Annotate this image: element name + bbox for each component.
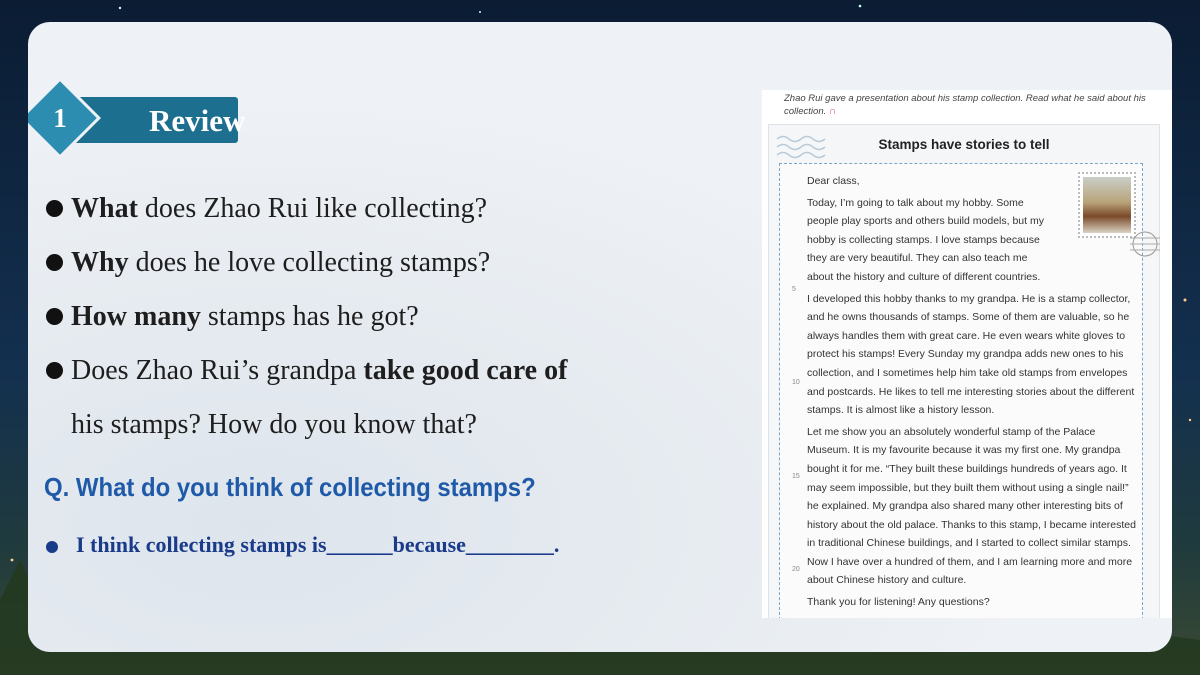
bullet-icon [46, 308, 63, 325]
content-card: Review 1 What does Zhao Rui like collect… [28, 22, 1172, 652]
bullet-icon [46, 540, 58, 553]
bullet-icon [46, 200, 63, 217]
letter-paragraph: Let me show you an absolutely wonderful … [807, 425, 1136, 587]
line-number: 5 [792, 286, 796, 293]
list-item: What does Zhao Rui like collecting? [46, 182, 646, 236]
letter-greeting: Dear class, [807, 175, 860, 187]
answer-prompt: I think collecting stamps is______becaus… [46, 532, 559, 558]
letter-paragraph: Today, I’m going to talk about my hobby.… [807, 196, 1044, 283]
section-number: 1 [53, 102, 67, 133]
question-text: Does Zhao Rui’s grandpa [71, 355, 364, 386]
question-list: What does Zhao Rui like collecting? Why … [46, 182, 646, 452]
question-text: does he love collecting stamps? [128, 247, 491, 278]
question-keyword: How many [71, 301, 201, 332]
textbook-intro: Zhao Rui gave a presentation about his s… [784, 92, 1164, 118]
question-keyword: Why [71, 247, 129, 278]
question-continuation: his stamps? How do you know that? [71, 409, 477, 440]
section-title: Review [149, 103, 246, 138]
letter-text: Dear class, Today, I’m going to talk abo… [807, 172, 1137, 615]
line-number: 20 [792, 566, 800, 573]
list-item: How many stamps has he got? [46, 290, 646, 344]
list-item: Why does he love collecting stamps? [46, 236, 646, 290]
headphone-icon: ∩ [828, 106, 837, 117]
textbook-page: Zhao Rui gave a presentation about his s… [762, 90, 1172, 618]
line-number: 10 [792, 379, 800, 386]
question-text: stamps has he got? [200, 301, 419, 332]
answer-prompt-text: I think collecting stamps is______becaus… [76, 532, 560, 557]
textbook-intro-text: Zhao Rui gave a presentation about his s… [784, 93, 1146, 117]
letter-title: Stamps have stories to tell [878, 137, 1050, 152]
bullet-icon [46, 254, 63, 271]
list-item: Does Zhao Rui’s grandpa take good care o… [46, 344, 646, 398]
section-badge: Review [72, 97, 245, 143]
letter-frame: Stamps have stories to tell 5 10 15 20 D… [768, 124, 1160, 618]
letter-paragraph: I developed this hobby thanks to my gran… [807, 292, 1135, 417]
letter-body: 5 10 15 20 Dear class, Today, I’m going … [779, 163, 1160, 618]
discussion-question: Q. What do you think of collecting stamp… [44, 472, 536, 502]
bullet-icon [46, 362, 63, 379]
question-text: does Zhao Rui like collecting? [137, 193, 488, 224]
letter-paragraph: Thank you for listening! Any questions? [807, 596, 990, 609]
line-number: 15 [792, 473, 800, 480]
question-keyword: What [71, 193, 138, 224]
question-keyword: take good care of [363, 355, 568, 386]
